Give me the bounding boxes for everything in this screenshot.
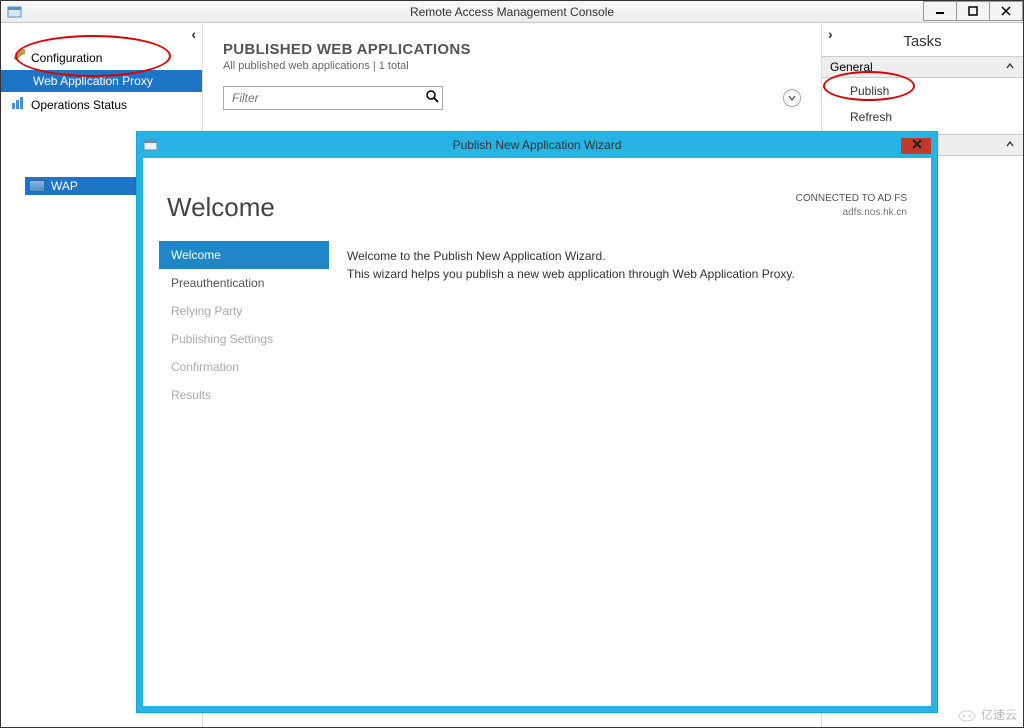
wizard-content: Welcome Preauthentication Relying Party … [143,241,931,409]
filter-row [223,86,801,110]
nav-label: Web Application Proxy [33,74,153,88]
wizard-steps: Welcome Preauthentication Relying Party … [159,241,329,409]
connected-server: adfs.nos.hk.cn [796,206,907,220]
wizard-header: Welcome CONNECTED TO AD FS adfs.nos.hk.c… [143,164,931,241]
expand-chevron-icon[interactable] [783,89,801,107]
wizard-titlebar[interactable]: Publish New Application Wizard [137,132,937,158]
step-results: Results [159,381,329,409]
window-title: Remote Access Management Console [410,5,614,19]
filter-input[interactable] [223,86,443,110]
nav-label: Configuration [31,51,102,65]
wizard-connection-status: CONNECTED TO AD FS adfs.nos.hk.cn [796,192,907,220]
watermark: 亿速云 [957,706,1017,723]
nav-label: WAP [51,179,78,193]
section-collapse-icon [1005,138,1015,152]
titlebar: Remote Access Management Console [1,1,1023,23]
filter-box [223,86,443,110]
task-refresh[interactable]: Refresh [822,104,1023,130]
tasks-header: Tasks [822,23,1023,56]
server-icon [29,180,45,192]
section-label: General [830,60,873,74]
maximize-button[interactable] [956,1,990,21]
section-collapse-icon [1005,60,1015,74]
published-apps-subtitle: All published web applications | 1 total [223,60,801,72]
published-apps-title: PUBLISHED WEB APPLICATIONS [223,41,801,58]
wizard-main: Welcome to the Publish New Application W… [329,241,931,409]
wizard-icon [143,138,159,152]
nav-collapse-button[interactable]: ‹ [191,26,196,42]
search-icon[interactable] [425,89,439,106]
step-publishing-settings: Publishing Settings [159,325,329,353]
wrench-icon [11,49,25,66]
connected-label: CONNECTED TO AD FS [796,192,907,206]
nav-item-ops-status[interactable]: Operations Status [1,92,202,117]
wizard-close-button[interactable] [901,134,933,154]
nav-item-wap[interactable]: Web Application Proxy [1,70,202,92]
wizard-inner: Welcome CONNECTED TO AD FS adfs.nos.hk.c… [143,164,931,706]
step-preauth[interactable]: Preauthentication [159,269,329,297]
wizard-body: Welcome CONNECTED TO AD FS adfs.nos.hk.c… [137,158,937,712]
chart-icon [11,96,25,113]
wizard-heading: Welcome [167,192,275,223]
wizard-title: Publish New Application Wizard [453,138,622,152]
watermark-text: 亿速云 [981,706,1017,723]
step-welcome[interactable]: Welcome [159,241,329,269]
wizard-body-line1: Welcome to the Publish New Application W… [347,247,911,265]
nav-item-configuration[interactable]: Configuration [1,45,202,70]
nav-label: Operations Status [31,98,127,112]
window-controls [924,1,1023,21]
step-relying-party: Relying Party [159,297,329,325]
app-icon [7,5,23,19]
step-confirmation: Confirmation [159,353,329,381]
tasks-section-general[interactable]: General [822,56,1023,78]
wizard-body-line2: This wizard helps you publish a new web … [347,265,911,283]
close-button[interactable] [989,1,1023,21]
minimize-button[interactable] [923,1,957,21]
publish-wizard: Publish New Application Wizard Welcome C… [136,131,938,713]
task-publish[interactable]: Publish [822,78,1023,104]
right-expand-button[interactable]: › [828,26,833,42]
